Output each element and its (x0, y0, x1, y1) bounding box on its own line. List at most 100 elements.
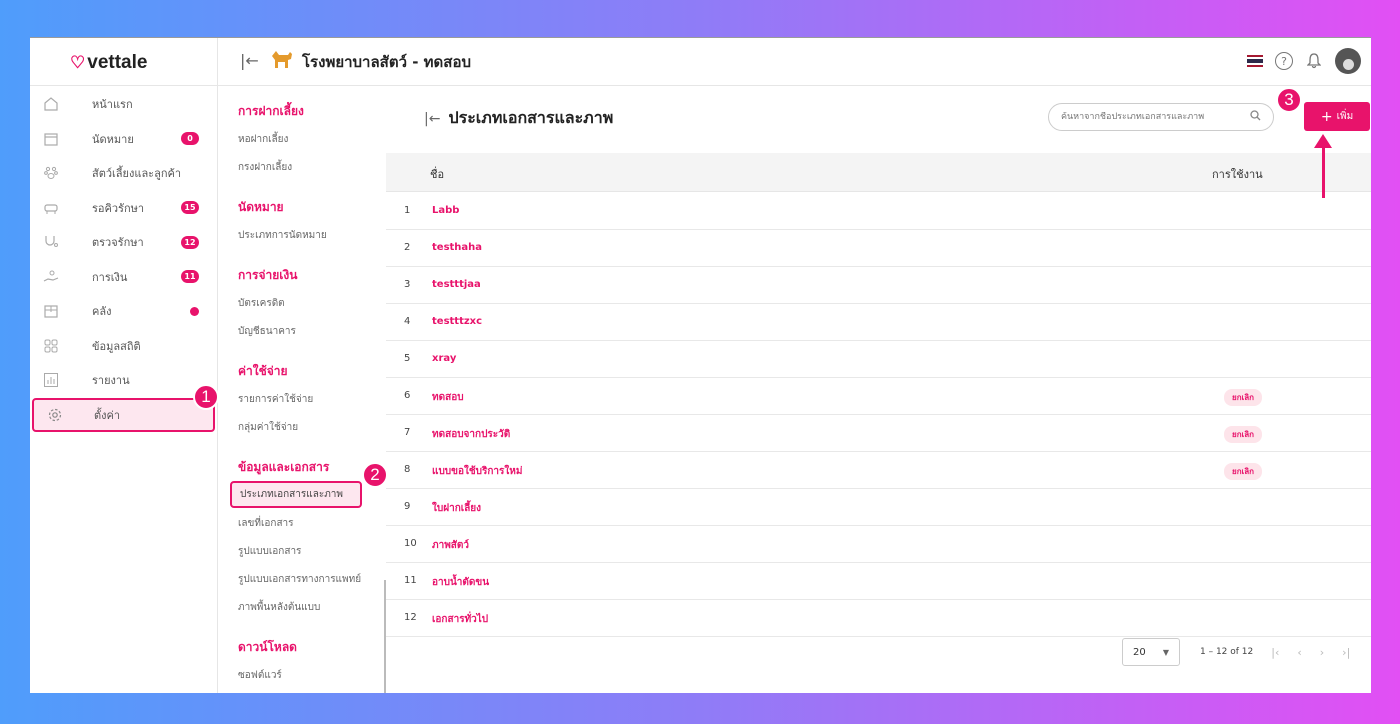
sidebar-item-finance[interactable]: การเงิน 11 (30, 260, 217, 295)
row-name-link[interactable]: ใบฝากเลี้ยง (432, 501, 481, 516)
add-button[interactable]: + เพิ่ม (1304, 102, 1370, 131)
paw-icon (42, 164, 60, 182)
notification-dot (190, 306, 199, 316)
table-row[interactable]: 12 เอกสารทั่วไป (386, 600, 1371, 637)
page-header: |← ประเภทเอกสารและภาพ (424, 106, 613, 131)
submenu-item-expense-group[interactable]: กลุ่มค่าใช้จ่าย (238, 420, 298, 435)
submenu-item-medical-document-format[interactable]: รูปแบบเอกสารทางการแพทย์ (238, 572, 361, 587)
logo-text: vettale (87, 52, 148, 73)
submenu-group-title: ดาวน์โหลด (238, 640, 297, 654)
sidebar-item-appointments[interactable]: นัดหมาย 0 (30, 122, 217, 157)
home-icon (42, 95, 60, 113)
table-row[interactable]: 7 ทดสอบจากประวัติ ยกเลิก (386, 415, 1371, 452)
thai-flag-icon[interactable] (1247, 55, 1263, 67)
submenu-item-document-number[interactable]: เลขที่เอกสาร (238, 516, 294, 531)
bell-icon[interactable] (1305, 52, 1323, 70)
row-name-link[interactable]: ทดสอบจากประวัติ (432, 427, 510, 442)
chevron-down-icon: ▼ (1162, 647, 1169, 657)
sidebar-item-label: หน้าแรก (92, 98, 133, 112)
sidebar-item-pets-customers[interactable]: สัตว์เลี้ยงและลูกค้า (30, 156, 217, 191)
submenu-item-credit-card[interactable]: บัตรเครดิต (238, 296, 285, 311)
sidebar-item-treatment[interactable]: ตรวจรักษา 12 (30, 225, 217, 260)
clinic-header: โรงพยาบาลสัตว์ - ทดสอบ (270, 48, 471, 76)
count-badge: 11 (181, 270, 199, 284)
row-name-link[interactable]: อาบน้ำตัดขน (432, 575, 489, 590)
submenu-item-document-image-types[interactable]: ประเภทเอกสารและภาพ (230, 481, 362, 508)
first-page-icon[interactable]: |‹ (1271, 646, 1279, 659)
submenu-item-background-template[interactable]: ภาพพื้นหลังต้นแบบ (238, 600, 320, 615)
column-header-name: ชื่อ (430, 168, 445, 181)
search-input[interactable] (1061, 112, 1231, 122)
plus-icon: + (1320, 108, 1333, 125)
row-number: 11 (404, 575, 417, 586)
row-name-link[interactable]: เอกสารทั่วไป (432, 612, 488, 627)
sidebar-item-statistics[interactable]: ข้อมูลสถิติ (30, 329, 217, 364)
row-name-link[interactable]: testhaha (432, 242, 482, 253)
sidebar-item-label: การเงิน (92, 270, 128, 284)
submenu-item-boarding-cage[interactable]: กรงฝากเลี้ยง (238, 160, 292, 175)
row-number: 3 (404, 279, 411, 290)
status-badge: ยกเลิก (1224, 389, 1263, 406)
callout-2: 2 (362, 462, 388, 488)
table-row[interactable]: 5 xray (386, 341, 1371, 378)
table-row[interactable]: 2 testhaha (386, 230, 1371, 267)
row-number: 2 (404, 242, 411, 253)
table-row[interactable]: 8 แบบขอใช้บริการใหม่ ยกเลิก (386, 452, 1371, 489)
search-box[interactable] (1048, 103, 1274, 131)
sidebar-item-label: ข้อมูลสถิติ (92, 339, 141, 353)
sidebar-item-queue[interactable]: รอคิวรักษา 15 (30, 191, 217, 226)
row-name-link[interactable]: แบบขอใช้บริการใหม่ (432, 464, 522, 479)
sidebar-item-label: ตรวจรักษา (92, 236, 144, 250)
sidebar-item-inventory[interactable]: คลัง (30, 294, 217, 329)
column-header-usage: การใช้งาน (1212, 168, 1263, 181)
sidebar-item-reports[interactable]: รายงาน (30, 363, 217, 398)
row-number: 10 (404, 538, 417, 549)
collapse-sidebar-icon[interactable]: |← (240, 51, 259, 70)
back-icon[interactable]: |← (424, 111, 440, 127)
submenu-item-document-format[interactable]: รูปแบบเอกสาร (238, 544, 301, 559)
row-name-link[interactable]: ภาพสัตว์ (432, 538, 469, 553)
submenu-item-appointment-type[interactable]: ประเภทการนัดหมาย (238, 228, 327, 243)
calendar-icon (42, 130, 60, 148)
table-row[interactable]: 6 ทดสอบ ยกเลิก (386, 378, 1371, 415)
main-content: |← ประเภทเอกสารและภาพ + เพิ่ม ชื่อ การใช… (386, 87, 1371, 693)
sidebar-item-home[interactable]: หน้าแรก (30, 87, 217, 122)
status-badge: ยกเลิก (1224, 426, 1263, 443)
last-page-icon[interactable]: ›| (1342, 646, 1350, 659)
table-row[interactable]: 4 testttzxc (386, 304, 1371, 341)
count-badge: 15 (181, 201, 199, 215)
table-row[interactable]: 10 ภาพสัตว์ (386, 526, 1371, 563)
avatar[interactable] (1335, 48, 1361, 74)
next-page-icon[interactable]: › (1320, 646, 1324, 659)
table-row[interactable]: 9 ใบฝากเลี้ยง (386, 489, 1371, 526)
table-row[interactable]: 11 อาบน้ำตัดขน (386, 563, 1371, 600)
row-name-link[interactable]: Labb (432, 205, 459, 216)
table-header: ชื่อ การใช้งาน (386, 153, 1371, 192)
add-button-label: เพิ่ม (1336, 111, 1354, 122)
app-window: ♡ vettale |← โรงพยาบาลสัตว์ - ทดสอบ ? หน้… (30, 37, 1371, 693)
logo: ♡ vettale (70, 52, 147, 74)
sidebar-item-settings[interactable]: ตั้งค่า (32, 397, 215, 432)
row-number: 6 (404, 390, 411, 401)
search-icon[interactable] (1250, 110, 1261, 124)
clinic-name: โรงพยาบาลสัตว์ - ทดสอบ (302, 53, 471, 71)
row-name-link[interactable]: xray (432, 353, 456, 364)
sidebar-item-label: รอคิวรักษา (92, 201, 145, 215)
help-icon[interactable]: ? (1275, 52, 1293, 70)
submenu-item-boarding-house[interactable]: หอฝากเลี้ยง (238, 132, 288, 147)
prev-page-icon[interactable]: ‹ (1297, 646, 1301, 659)
submenu-item-expense-list[interactable]: รายการค่าใช้จ่าย (238, 392, 313, 407)
row-name-link[interactable]: testttjaa (432, 279, 481, 290)
rows-per-page-value: 20 (1133, 646, 1146, 658)
row-name-link[interactable]: ทดสอบ (432, 390, 464, 405)
pagination: 20 ▼ 1 – 12 of 12 |‹ ‹ › ›| (1122, 638, 1350, 666)
table-row[interactable]: 3 testttjaa (386, 267, 1371, 304)
row-name-link[interactable]: testttzxc (432, 316, 482, 327)
submenu-item-software[interactable]: ซอฟต์แวร์ (238, 668, 282, 683)
row-number: 1 (404, 205, 411, 216)
submenu-item-bank-account[interactable]: บัญชีธนาคาร (238, 324, 296, 339)
chart-icon (42, 371, 60, 389)
rows-per-page-select[interactable]: 20 ▼ (1122, 638, 1180, 666)
table-row[interactable]: 1 Labb (386, 193, 1371, 230)
sidebar-item-label: คลัง (92, 305, 112, 319)
